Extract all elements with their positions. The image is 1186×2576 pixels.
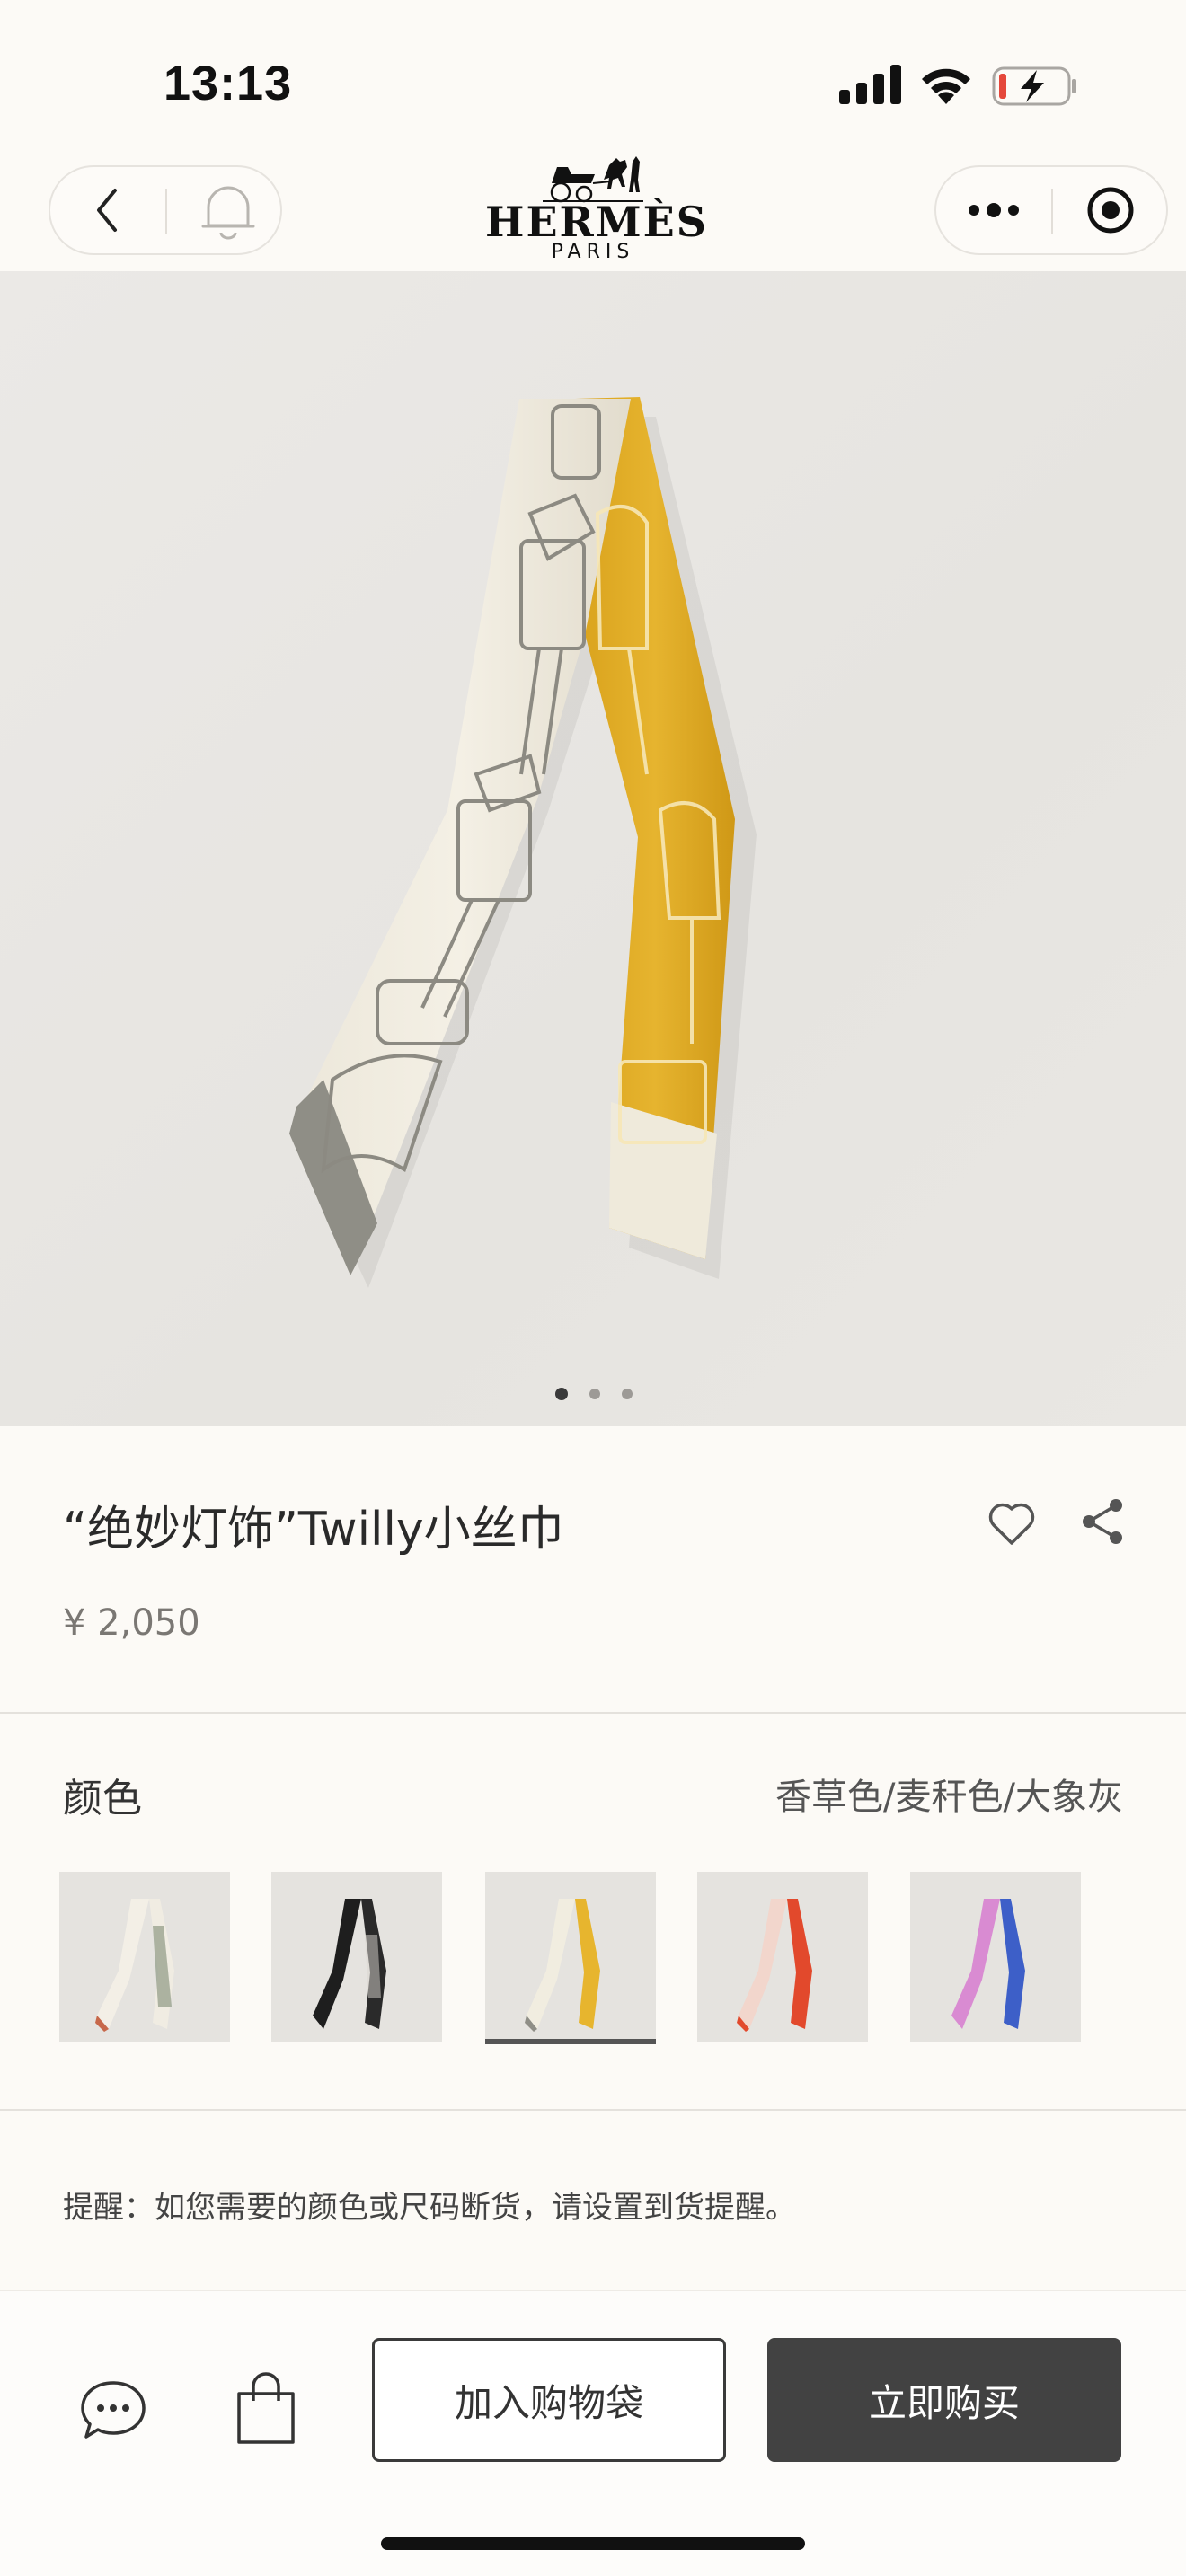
chat-bubble-icon (81, 2381, 146, 2439)
more-dots-icon (969, 203, 1019, 217)
favorite-button[interactable] (985, 1496, 1039, 1550)
signal-icon (839, 65, 901, 104)
shopping-bag-button[interactable] (230, 2370, 302, 2448)
selected-color-name: 香草色/麦秆色/大象灰 (775, 1777, 1123, 1818)
brand-logo: HERMÈS PARIS (485, 153, 708, 271)
share-icon (1083, 1499, 1122, 1544)
color-swatch[interactable] (485, 1872, 656, 2042)
color-swatch[interactable] (271, 1872, 442, 2042)
swatch-image (737, 1899, 812, 2032)
home-indicator[interactable] (381, 2537, 805, 2550)
nav-capsule-left (49, 165, 282, 255)
swatch-image (951, 1899, 1025, 2029)
bell-icon (201, 186, 255, 240)
wifi-icon (922, 68, 970, 104)
status-bar: 13:13 (0, 0, 1186, 153)
customer-service-button[interactable] (77, 2374, 149, 2446)
chevron-left-icon (97, 189, 117, 232)
stock-reminder-text: 提醒：如您需要的颜色或尺码断货，请设置到货提醒。 (63, 2190, 796, 2226)
close-miniprogram-button[interactable] (1055, 167, 1166, 253)
color-label: 颜色 (63, 1776, 142, 1822)
selected-swatch-indicator (485, 2039, 656, 2044)
section-divider (0, 1712, 1186, 1714)
heart-icon (988, 1503, 1035, 1545)
product-price: ¥ 2,050 (63, 1602, 200, 1644)
carriage-logo-icon (543, 156, 643, 203)
bottom-action-bar: 加入购物袋 立即购买 (0, 2290, 1186, 2576)
back-button[interactable] (50, 167, 165, 253)
swatch-image (313, 1899, 386, 2029)
capsule-divider (165, 189, 167, 234)
section-divider (0, 2109, 1186, 2111)
nav-bar: HERMÈS PARIS (0, 153, 1186, 271)
carousel-dot[interactable] (555, 1388, 568, 1400)
target-icon (1087, 187, 1134, 234)
status-time: 13:13 (164, 57, 293, 110)
color-swatch[interactable] (59, 1872, 230, 2042)
brand-name: HERMÈS (485, 198, 708, 246)
carousel-dot[interactable] (589, 1389, 600, 1399)
battery-charging-icon (992, 66, 1076, 106)
share-button[interactable] (1076, 1495, 1130, 1548)
color-swatch[interactable] (697, 1872, 868, 2042)
swatch-image (525, 1899, 600, 2032)
shopping-bag-icon (237, 2372, 295, 2444)
product-title: “绝妙灯饰”Twilly小丝巾 (63, 1503, 564, 1557)
swatch-image (95, 1899, 174, 2032)
product-image-carousel[interactable] (0, 271, 1186, 1426)
nav-capsule-right (934, 165, 1168, 255)
color-swatch[interactable] (910, 1872, 1081, 2042)
buy-now-button[interactable]: 立即购买 (767, 2338, 1121, 2462)
carousel-dot[interactable] (622, 1389, 633, 1399)
product-image (289, 397, 757, 1288)
notification-button[interactable] (176, 167, 280, 253)
carousel-indicator (548, 1385, 638, 1403)
add-to-bag-button[interactable]: 加入购物袋 (372, 2338, 726, 2462)
more-button[interactable] (936, 167, 1051, 253)
capsule-divider (1051, 189, 1053, 234)
brand-city: PARIS (551, 241, 635, 263)
